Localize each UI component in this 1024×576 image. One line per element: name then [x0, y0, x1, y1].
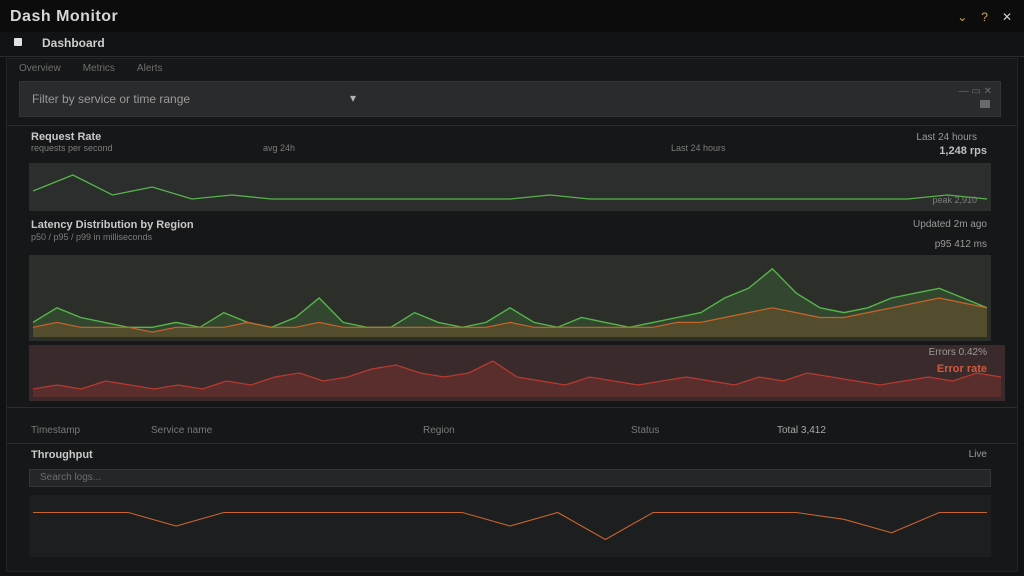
request-rate-svg [32, 174, 988, 200]
help-icon[interactable]: ? [981, 10, 988, 24]
section1-value: 1,248 rps [939, 145, 987, 157]
divider [7, 125, 1017, 126]
request-rate-chart: peak 2,910 [29, 163, 991, 211]
section1-peak: peak 2,910 [932, 195, 977, 205]
close-icon[interactable]: ✕ [1002, 10, 1012, 24]
window-controls: ⌄ ? ✕ [957, 10, 1012, 24]
toolbar-item-metrics[interactable]: Metrics [83, 63, 115, 77]
section1-right-top: Last 24 hours [916, 132, 977, 143]
search-input[interactable]: Search logs... [29, 469, 991, 487]
divider [7, 407, 1017, 408]
filter-bar[interactable]: Filter by service or time range ▾ — ▭ ✕ [19, 81, 1001, 117]
section1-subtitle: requests per second [31, 143, 113, 153]
latency-chart [29, 255, 991, 341]
app-window: Dash Monitor ⌄ ? ✕ Dashboard Overview Me… [0, 0, 1024, 576]
sub-header: Dashboard [0, 32, 1024, 57]
section-label[interactable]: Dashboard [42, 36, 105, 50]
section1-mid-label-2: Last 24 hours [671, 143, 726, 153]
toolbar: Overview Metrics Alerts [19, 63, 999, 77]
filter-text: Filter by service or time range [32, 92, 191, 106]
section4-title: Throughput [31, 449, 93, 461]
throughput-svg [33, 511, 987, 541]
section2-right-top: Updated 2m ago [913, 219, 987, 230]
minimize-icon[interactable]: ⌄ [957, 10, 967, 24]
search-placeholder: Search logs... [40, 472, 102, 483]
table-cell: Region [423, 425, 455, 436]
section1-title: Request Rate [31, 131, 102, 143]
series-line-0 [32, 174, 988, 200]
section1-mid-label: avg 24h [263, 143, 296, 153]
panel-options-icon[interactable]: — ▭ ✕ [959, 86, 992, 97]
status-dot-icon [14, 38, 22, 46]
main-panel: Overview Metrics Alerts Filter by servic… [6, 58, 1018, 572]
menu-icon[interactable] [980, 100, 990, 108]
app-title: Dash Monitor [10, 8, 119, 25]
table-cell: Status [631, 425, 660, 436]
title-bar: Dash Monitor ⌄ ? ✕ [0, 0, 1024, 32]
section3-value: Error rate [936, 363, 987, 375]
toolbar-item-alerts[interactable]: Alerts [137, 63, 163, 77]
table-cell: Timestamp [31, 425, 81, 436]
divider [7, 443, 1017, 444]
filter-icon[interactable]: ▾ [350, 91, 356, 105]
section2-right-mid: p95 412 ms [934, 239, 987, 250]
section3-right-top: Errors 0.42% [928, 347, 987, 358]
section2-subtitle: p50 / p95 / p99 in milliseconds [31, 232, 153, 242]
error-rate-chart: Errors 0.42% Error rate [29, 345, 1005, 401]
table-cell: Service name [151, 425, 213, 436]
toolbar-item-overview[interactable]: Overview [19, 63, 61, 77]
section4-right: Live [968, 449, 987, 460]
table-row[interactable]: Timestamp Service name Region Status Tot… [27, 423, 987, 439]
throughput-chart [29, 495, 991, 557]
series-line-0 [33, 511, 987, 541]
table-cell: Total 3,412 [777, 425, 826, 436]
section2-title: Latency Distribution by Region [31, 219, 194, 231]
latency-svg [32, 267, 988, 337]
